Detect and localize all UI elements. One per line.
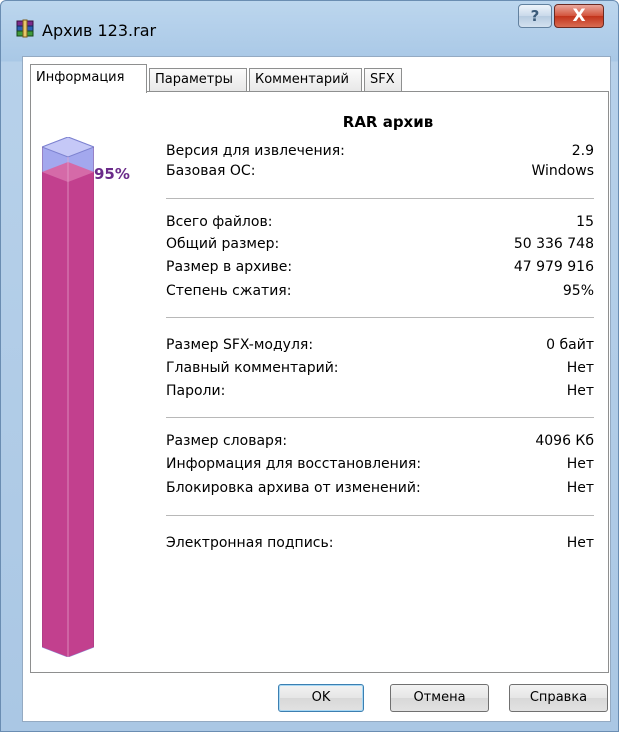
info-value: Нет bbox=[566, 480, 594, 496]
section-divider bbox=[166, 515, 594, 516]
info-label: Информация для восстановления: bbox=[166, 456, 422, 472]
help-icon[interactable]: ? bbox=[518, 4, 552, 28]
info-label: Версия для извлечения: bbox=[166, 143, 345, 159]
info-label: Электронная подпись: bbox=[166, 535, 334, 551]
info-value: 15 bbox=[576, 214, 594, 230]
info-label: Размер словаря: bbox=[166, 433, 288, 449]
compression-percent-label: 95% bbox=[94, 165, 130, 183]
section-divider bbox=[166, 198, 594, 199]
window-title: Архив 123.rar bbox=[42, 21, 157, 40]
info-label: Степень сжатия: bbox=[166, 283, 292, 299]
tab-information[interactable]: Информация bbox=[30, 64, 147, 93]
info-label: Размер в архиве: bbox=[166, 259, 293, 275]
info-label: Главный комментарий: bbox=[166, 360, 339, 376]
info-value: 0 байт bbox=[546, 337, 594, 353]
tab-comment[interactable]: Комментарий bbox=[249, 68, 362, 92]
info-value: 2.9 bbox=[571, 143, 594, 159]
info-label: Пароли: bbox=[166, 383, 226, 399]
info-value: 47 979 916 bbox=[513, 259, 594, 275]
tab-parameters[interactable]: Параметры bbox=[149, 68, 247, 92]
info-label: Размер SFX-модуля: bbox=[166, 337, 314, 353]
winrar-archive-icon bbox=[16, 19, 34, 38]
help-button[interactable]: Справка bbox=[509, 684, 608, 712]
tab-sfx[interactable]: SFX bbox=[364, 68, 402, 92]
info-value: 95% bbox=[562, 283, 594, 299]
archive-type-heading: RAR архив bbox=[342, 113, 434, 131]
info-value: Нет bbox=[566, 360, 594, 376]
cancel-button[interactable]: Отмена bbox=[390, 684, 489, 712]
title-bar[interactable]: Архив 123.rar ? X bbox=[0, 0, 619, 56]
info-value: Нет bbox=[566, 535, 594, 551]
info-value: 50 336 748 bbox=[513, 236, 594, 252]
close-icon[interactable]: X bbox=[554, 4, 604, 28]
info-label: Базовая ОС: bbox=[166, 163, 256, 179]
info-value: Нет bbox=[566, 383, 594, 399]
section-divider bbox=[166, 417, 594, 418]
section-divider bbox=[166, 317, 594, 318]
info-label: Всего файлов: bbox=[166, 214, 273, 230]
info-value: 4096 Кб bbox=[535, 433, 594, 449]
info-label: Блокировка архива от изменений: bbox=[166, 480, 421, 496]
compression-ratio-bar bbox=[42, 137, 94, 657]
info-value: Нет bbox=[566, 456, 594, 472]
info-label: Общий размер: bbox=[166, 236, 280, 252]
ok-button[interactable]: OK bbox=[278, 684, 364, 712]
info-value: Windows bbox=[531, 163, 595, 179]
